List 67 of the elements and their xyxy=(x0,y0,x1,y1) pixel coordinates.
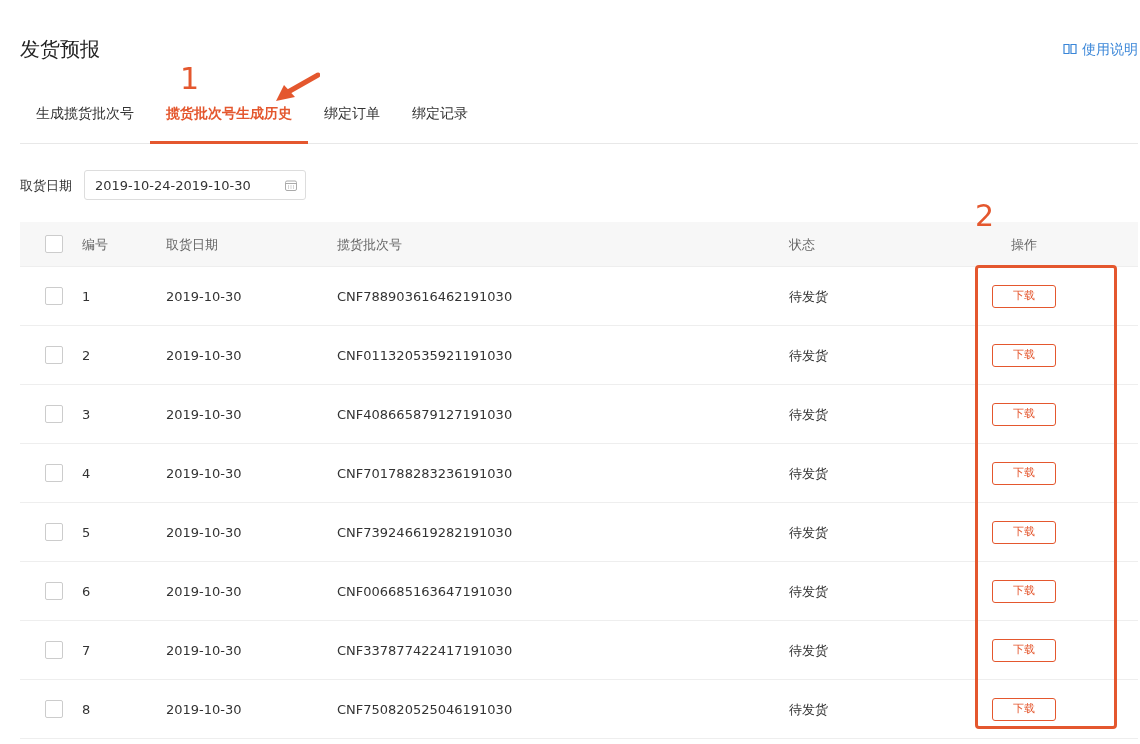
table-cell: 7 xyxy=(82,642,91,658)
checkbox[interactable] xyxy=(45,346,63,365)
table-cell: 8 xyxy=(82,701,91,717)
book-icon xyxy=(1063,43,1077,55)
table-cell: 待发货 xyxy=(789,524,828,540)
column-header: 揽货批次号 xyxy=(337,236,402,252)
table-cell: 6 xyxy=(82,583,91,599)
annotation-number: 1 xyxy=(180,64,200,94)
column-header: 取货日期 xyxy=(166,236,218,252)
table-cell: 2019-10-30 xyxy=(166,524,242,540)
column-header: 操作 xyxy=(1011,236,1037,252)
table-cell: 2019-10-30 xyxy=(166,642,242,658)
table-cell: 待发货 xyxy=(789,288,828,304)
table-cell: 4 xyxy=(82,465,91,481)
tab[interactable]: 生成揽货批次号 xyxy=(20,103,150,145)
download-button[interactable]: 下载 xyxy=(992,343,1056,367)
calendar-icon xyxy=(285,179,297,191)
filter-label: 取货日期 xyxy=(20,176,72,195)
table-cell: 2019-10-30 xyxy=(166,347,242,363)
table-cell: CNF788903616462191030 xyxy=(337,288,513,304)
table-cell: 待发货 xyxy=(789,642,828,658)
table-cell: 待发货 xyxy=(789,701,828,717)
checkbox[interactable] xyxy=(45,523,63,542)
checkbox[interactable] xyxy=(45,582,63,601)
tab[interactable]: 揽货批次号生成历史 xyxy=(150,103,308,145)
table-cell: 2019-10-30 xyxy=(166,406,242,422)
checkbox[interactable] xyxy=(45,235,63,254)
annotation-arrow xyxy=(274,72,320,103)
table-cell: 5 xyxy=(82,524,91,540)
table-cell: 待发货 xyxy=(789,406,828,422)
annotation-number: 2 xyxy=(975,201,995,231)
checkbox[interactable] xyxy=(45,287,63,306)
table-cell: 2019-10-30 xyxy=(166,583,242,599)
table-cell: 待发货 xyxy=(789,583,828,599)
table-cell: 待发货 xyxy=(789,465,828,481)
page-title: 发货预报 xyxy=(20,36,100,63)
download-button[interactable]: 下载 xyxy=(992,638,1056,662)
table-cell: 待发货 xyxy=(789,347,828,363)
table-cell: CNF011320535921191030 xyxy=(337,347,513,363)
checkbox[interactable] xyxy=(45,700,63,719)
help-link[interactable]: 使用说明 xyxy=(1063,38,1138,60)
table-cell: CNF006685163647191030 xyxy=(337,583,513,599)
download-button[interactable]: 下载 xyxy=(992,697,1056,721)
download-button[interactable]: 下载 xyxy=(992,461,1056,485)
table-cell: 1 xyxy=(82,288,91,304)
table-cell: CNF701788283236191030 xyxy=(337,465,513,481)
checkbox[interactable] xyxy=(45,405,63,424)
table-cell: 2019-10-30 xyxy=(166,701,242,717)
date-range-field[interactable]: 2019-10-24-2019-10-30 xyxy=(84,170,306,201)
download-button[interactable]: 下载 xyxy=(992,579,1056,603)
column-header: 状态 xyxy=(789,236,815,252)
checkbox[interactable] xyxy=(45,464,63,483)
table-cell: 2019-10-30 xyxy=(166,465,242,481)
table-cell: CNF408665879127191030 xyxy=(337,406,513,422)
table-cell: 2019-10-30 xyxy=(166,288,242,304)
table-cell: 2 xyxy=(82,347,91,363)
column-header: 编号 xyxy=(82,236,108,252)
download-button[interactable]: 下载 xyxy=(992,402,1056,426)
download-button[interactable]: 下载 xyxy=(992,520,1056,544)
table-cell: CNF750820525046191030 xyxy=(337,701,513,717)
tab[interactable]: 绑定订单 xyxy=(308,103,396,145)
download-button[interactable]: 下载 xyxy=(992,284,1056,308)
table-cell: 3 xyxy=(82,406,91,422)
table-cell: CNF739246619282191030 xyxy=(337,524,513,540)
tab[interactable]: 绑定记录 xyxy=(396,103,484,145)
checkbox[interactable] xyxy=(45,641,63,660)
table-cell: CNF337877422417191030 xyxy=(337,642,513,658)
